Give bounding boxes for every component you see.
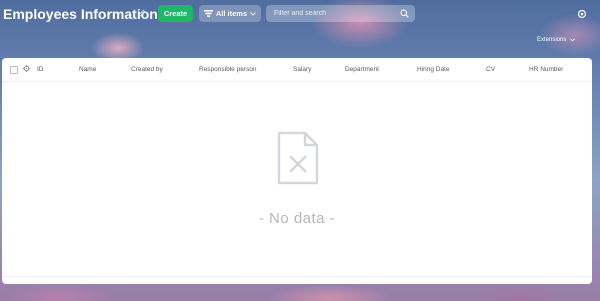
column-header-salary[interactable]: Salary [293, 66, 311, 73]
empty-state-text: - No data - [258, 210, 336, 227]
top-bar: Employees Information Create All items [0, 0, 600, 30]
document-x-icon [277, 131, 319, 185]
create-button[interactable]: Create [158, 5, 193, 22]
chevron-down-icon [570, 37, 576, 41]
data-grid: ID Name Created by Responsible person Sa… [2, 58, 592, 284]
settings-icon[interactable] [577, 9, 587, 19]
column-header-name[interactable]: Name [79, 66, 96, 73]
table-header: ID Name Created by Responsible person Sa… [2, 58, 592, 82]
extensions-label: Extensions [537, 36, 567, 43]
pencil-icon[interactable] [137, 9, 146, 18]
search-input[interactable] [274, 5, 392, 22]
filter-dropdown[interactable]: All items [199, 5, 261, 22]
filter-label: All items [215, 9, 248, 18]
select-all-checkbox[interactable] [10, 66, 18, 74]
column-header-id[interactable]: ID [37, 66, 44, 73]
page-title: Employees Information [3, 6, 158, 22]
column-header-created-by[interactable]: Created by [131, 66, 163, 73]
column-header-hiring-date[interactable]: Hiring Date [417, 66, 450, 73]
column-header-responsible-person[interactable]: Responsible person [199, 66, 256, 73]
column-header-hr-number[interactable]: HR Number [529, 66, 563, 73]
filter-icon [203, 10, 213, 17]
grid-footer-divider [2, 276, 592, 277]
extensions-button[interactable]: Extensions [537, 34, 591, 45]
chevron-down-icon [250, 11, 256, 16]
search-icon[interactable] [400, 9, 409, 18]
search-box [266, 5, 415, 22]
gear-icon[interactable] [23, 65, 30, 72]
column-header-cv[interactable]: CV [486, 66, 495, 73]
column-header-department[interactable]: Department [345, 66, 379, 73]
